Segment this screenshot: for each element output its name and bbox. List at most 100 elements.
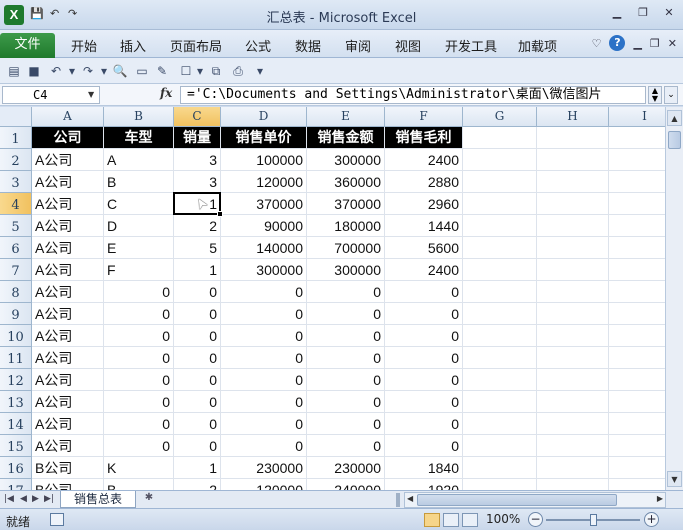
- empty-cell[interactable]: [609, 259, 665, 281]
- empty-cell[interactable]: [537, 435, 609, 457]
- table-cell[interactable]: 0: [307, 413, 385, 435]
- empty-cell[interactable]: [609, 347, 665, 369]
- page-break-view-icon[interactable]: [462, 513, 478, 527]
- table-cell[interactable]: 0: [221, 347, 307, 369]
- format-painter-icon[interactable]: ✎: [154, 63, 170, 79]
- close-icon[interactable]: ✕: [661, 6, 677, 20]
- table-cell[interactable]: 0: [307, 281, 385, 303]
- empty-cell[interactable]: [463, 325, 537, 347]
- table-cell[interactable]: 0: [385, 413, 463, 435]
- empty-cell[interactable]: [463, 193, 537, 215]
- row-header[interactable]: 8: [0, 281, 32, 303]
- column-header-i[interactable]: I: [609, 107, 665, 127]
- ribbon-collapse-icon[interactable]: ♡: [592, 37, 602, 50]
- empty-cell[interactable]: [537, 215, 609, 237]
- scroll-up-icon[interactable]: ▲: [667, 110, 682, 126]
- row-header[interactable]: 1: [0, 127, 32, 149]
- table-cell[interactable]: 0: [174, 391, 221, 413]
- formula-input[interactable]: ='C:\Documents and Settings\Administrato…: [180, 86, 646, 104]
- table-cell[interactable]: 700000: [307, 237, 385, 259]
- empty-cell[interactable]: [463, 391, 537, 413]
- table-cell[interactable]: 0: [174, 369, 221, 391]
- tab-split-handle[interactable]: [396, 493, 400, 507]
- empty-cell[interactable]: [463, 369, 537, 391]
- prev-sheet-icon[interactable]: ◀: [20, 494, 27, 504]
- table-cell[interactable]: 2: [174, 479, 221, 490]
- empty-cell[interactable]: [609, 435, 665, 457]
- table-cell[interactable]: 300000: [221, 259, 307, 281]
- first-sheet-icon[interactable]: |◀: [4, 494, 14, 504]
- table-cell[interactable]: 2400: [385, 259, 463, 281]
- table-cell[interactable]: E: [104, 237, 174, 259]
- column-header-g[interactable]: G: [463, 107, 537, 127]
- empty-cell[interactable]: [463, 303, 537, 325]
- scroll-down-icon[interactable]: ▼: [667, 471, 682, 487]
- table-cell[interactable]: 0: [385, 347, 463, 369]
- table-cell[interactable]: 5600: [385, 237, 463, 259]
- empty-cell[interactable]: [537, 369, 609, 391]
- table-cell[interactable]: A公司: [32, 303, 104, 325]
- table-cell[interactable]: K: [104, 457, 174, 479]
- table-cell[interactable]: B公司: [32, 457, 104, 479]
- empty-cell[interactable]: [537, 391, 609, 413]
- empty-cell[interactable]: [537, 479, 609, 490]
- empty-cell[interactable]: [463, 259, 537, 281]
- empty-cell[interactable]: [463, 479, 537, 490]
- table-cell[interactable]: A: [104, 149, 174, 171]
- table-cell[interactable]: B: [104, 171, 174, 193]
- table-cell[interactable]: 300000: [307, 149, 385, 171]
- table-cell[interactable]: 0: [104, 325, 174, 347]
- table-cell[interactable]: A公司: [32, 369, 104, 391]
- table-cell[interactable]: 0: [174, 347, 221, 369]
- row-header[interactable]: 2: [0, 149, 32, 171]
- sheet-tab-active[interactable]: 销售总表: [60, 491, 136, 508]
- column-header-h[interactable]: H: [537, 107, 609, 127]
- vertical-scroll-thumb[interactable]: [668, 131, 681, 149]
- table-cell[interactable]: 0: [221, 391, 307, 413]
- table-cell[interactable]: 5: [174, 237, 221, 259]
- row-header[interactable]: 3: [0, 171, 32, 193]
- table-cell[interactable]: 0: [307, 435, 385, 457]
- empty-cell[interactable]: [463, 149, 537, 171]
- table-cell[interactable]: 120000: [221, 171, 307, 193]
- table-cell[interactable]: C: [104, 193, 174, 215]
- table-cell[interactable]: 0: [104, 435, 174, 457]
- empty-cell[interactable]: [609, 457, 665, 479]
- empty-cell[interactable]: [537, 457, 609, 479]
- empty-cell[interactable]: [463, 457, 537, 479]
- print-icon[interactable]: ▤: [6, 63, 22, 79]
- checkbox-dropdown-icon[interactable]: ▾: [192, 63, 208, 79]
- empty-cell[interactable]: [609, 215, 665, 237]
- table-cell[interactable]: 0: [104, 391, 174, 413]
- printer-icon[interactable]: ⎙: [230, 63, 246, 79]
- table-cell[interactable]: 0: [307, 303, 385, 325]
- table-cell[interactable]: 0: [385, 391, 463, 413]
- row-header[interactable]: 14: [0, 413, 32, 435]
- name-box[interactable]: C4: [2, 86, 100, 104]
- row-header[interactable]: 4: [0, 193, 32, 215]
- table-cell[interactable]: 0: [104, 281, 174, 303]
- scroll-right-icon[interactable]: ▶: [657, 494, 663, 503]
- table-cell[interactable]: 0: [307, 325, 385, 347]
- select-all-corner[interactable]: [0, 107, 32, 127]
- empty-cell[interactable]: [463, 237, 537, 259]
- tab-review[interactable]: 审阅: [345, 36, 371, 55]
- table-cell[interactable]: 0: [174, 435, 221, 457]
- table-cell[interactable]: 0: [104, 369, 174, 391]
- doc-close-icon[interactable]: ✕: [668, 37, 677, 50]
- empty-cell[interactable]: [609, 479, 665, 490]
- table-cell[interactable]: A公司: [32, 413, 104, 435]
- scroll-left-icon[interactable]: ◀: [407, 494, 413, 503]
- table-cell[interactable]: 3: [174, 149, 221, 171]
- table-cell[interactable]: A公司: [32, 325, 104, 347]
- insert-function-icon[interactable]: fx: [160, 86, 172, 100]
- table-cell[interactable]: A公司: [32, 149, 104, 171]
- table-cell[interactable]: 0: [221, 325, 307, 347]
- table-cell[interactable]: A公司: [32, 259, 104, 281]
- empty-cell[interactable]: [537, 347, 609, 369]
- table-cell[interactable]: 0: [104, 303, 174, 325]
- table-cell[interactable]: 0: [307, 391, 385, 413]
- table-cell[interactable]: A公司: [32, 193, 104, 215]
- table-cell[interactable]: 3: [174, 171, 221, 193]
- row-header[interactable]: 17: [0, 479, 32, 490]
